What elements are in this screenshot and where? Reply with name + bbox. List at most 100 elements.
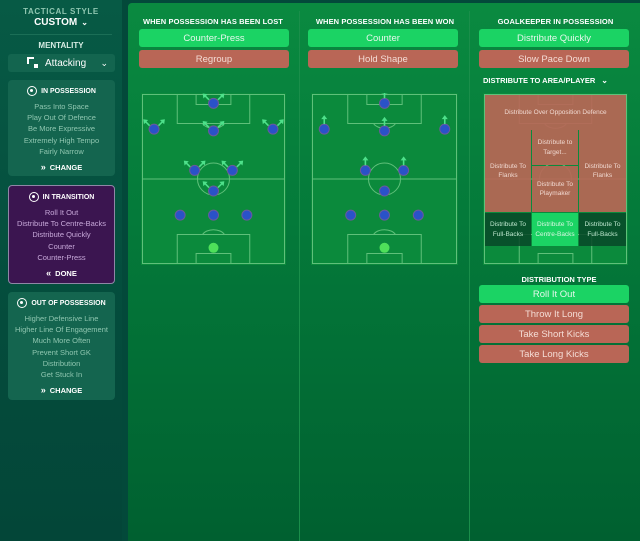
counter-press-option[interactable]: Counter-Press xyxy=(139,29,289,47)
distribute-quickly-option[interactable]: Distribute Quickly xyxy=(479,29,629,47)
zone-fullbacks-right[interactable]: Distribute To Full-Backs xyxy=(579,213,626,246)
player-marker xyxy=(345,209,357,221)
list-item: Distribute To Centre-Backs xyxy=(16,219,107,229)
goalkeeper-marker xyxy=(208,242,219,253)
out-of-possession-change-button[interactable]: » CHANGE xyxy=(8,385,115,395)
list-item: Higher Defensive Line xyxy=(24,314,99,323)
movement-arrow-icon xyxy=(381,93,388,99)
take-short-kicks-option[interactable]: Take Short Kicks xyxy=(479,325,629,343)
player-marker xyxy=(379,125,390,137)
in-transition-done-button[interactable]: «DONE xyxy=(9,268,114,278)
take-long-kicks-option[interactable]: Take Long Kicks xyxy=(479,345,629,363)
roll-it-out-option[interactable]: Roll It Out xyxy=(479,285,629,303)
mentality-value: Attacking xyxy=(45,57,87,69)
distribute-to-title: DISTRIBUTE TO AREA/PLAYER xyxy=(483,76,596,85)
tactical-style-value: CUSTOM xyxy=(34,17,78,28)
player-marker xyxy=(379,209,390,221)
mentality-arrow-icon xyxy=(27,57,39,69)
goal-area-bottom xyxy=(537,253,574,264)
list-item: Be More Expressive xyxy=(27,124,96,134)
counter-option[interactable]: Counter xyxy=(308,29,458,47)
chevron-down-icon: ⌄ xyxy=(81,18,88,27)
list-item: Fairly Narrow xyxy=(39,146,84,156)
out-of-possession-card: OUT OF POSSESSION Higher Defensive Line … xyxy=(8,292,115,400)
mentality-dropdown[interactable]: Attacking ⌄ xyxy=(8,54,115,72)
in-transition-title: IN TRANSITION xyxy=(42,193,95,201)
zone-playmaker[interactable]: Distribute To Playmaker xyxy=(532,166,578,212)
transition-icon xyxy=(28,192,39,202)
movement-arrow-icon xyxy=(321,115,328,125)
list-item: Pass Into Space xyxy=(34,102,89,111)
pitch-won xyxy=(311,93,458,265)
player-marker xyxy=(189,164,201,176)
distribute-to-dropdown[interactable]: DISTRIBUTE TO AREA/PLAYER ⌄ xyxy=(483,76,608,85)
throw-it-long-option[interactable]: Throw It Long xyxy=(479,305,629,323)
player-marker xyxy=(208,209,219,221)
out-of-possession-title: OUT OF POSSESSION xyxy=(31,299,106,307)
zone-flanks-left[interactable]: Distribute To Flanks xyxy=(485,130,531,212)
zone-centre-backs[interactable]: Distribute To Centre-Backs xyxy=(532,213,578,246)
player-marker xyxy=(379,185,390,197)
list-item: Prevent Short GK xyxy=(32,347,91,357)
zone-flanks-right[interactable]: Distribute To Flanks xyxy=(579,130,626,212)
player-marker xyxy=(267,123,279,135)
slow-pace-down-option[interactable]: Slow Pace Down xyxy=(479,50,629,68)
tactical-style-dropdown[interactable]: CUSTOM ⌄ xyxy=(0,17,122,28)
player-marker xyxy=(379,97,390,109)
defence-icon xyxy=(17,298,28,308)
movement-arrow-icon xyxy=(381,116,388,126)
player-marker xyxy=(412,209,424,221)
in-possession-change-button[interactable]: » CHANGE xyxy=(8,162,115,172)
zone-fullbacks-left[interactable]: Distribute To Full-Backs xyxy=(485,213,531,246)
movement-arrow-icon xyxy=(441,115,448,125)
list-item: Counter-Press xyxy=(37,252,86,262)
list-item: Roll It Out xyxy=(44,208,79,217)
penalty-arc-bottom xyxy=(202,229,225,235)
player-marker xyxy=(359,164,371,176)
column-divider xyxy=(469,11,470,541)
player-marker xyxy=(148,123,160,135)
goal-area-bottom xyxy=(366,253,403,264)
movement-arrow-icon xyxy=(400,156,407,166)
player-marker xyxy=(174,209,186,221)
goalkeeper-title: GOALKEEPER IN POSSESSION xyxy=(497,17,614,26)
pitch-distribution: Distribute Over Opposition Defence Distr… xyxy=(483,93,628,265)
player-marker xyxy=(208,97,219,109)
tactical-style-label: TACTICAL STYLE xyxy=(23,7,99,16)
goalkeeper-marker xyxy=(379,242,390,253)
pitch-lost xyxy=(141,93,286,265)
double-chevron-right-icon: » xyxy=(40,162,46,173)
possession-lost-title: WHEN POSSESSION HAS BEEN LOST xyxy=(142,17,283,26)
regroup-option[interactable]: Regroup xyxy=(139,50,289,68)
transition-panel: WHEN POSSESSION HAS BEEN LOST Counter-Pr… xyxy=(128,3,640,541)
ball-icon xyxy=(27,86,38,96)
zone-over-defence[interactable]: Distribute Over Opposition Defence xyxy=(485,95,626,130)
penalty-arc-bottom xyxy=(373,229,396,235)
in-possession-card: IN POSSESSION Pass Into Space Play Out O… xyxy=(8,80,115,176)
divider xyxy=(10,34,112,35)
sidebar: TACTICAL STYLE CUSTOM ⌄ MENTALITY Attacki… xyxy=(0,0,122,541)
zone-target[interactable]: Distribute to Target... xyxy=(532,130,578,165)
distribution-type-title: DISTRIBUTION TYPE xyxy=(521,275,597,284)
mentality-label: MENTALITY xyxy=(38,41,84,50)
player-marker xyxy=(439,123,451,135)
double-chevron-left-icon: « xyxy=(46,268,52,279)
hold-shape-option[interactable]: Hold Shape xyxy=(308,50,458,68)
list-item: Counter xyxy=(48,241,75,251)
list-item: Higher Line Of Engagement xyxy=(15,325,108,335)
in-transition-list: Roll It Out Distribute To Centre-Backs D… xyxy=(9,207,114,263)
possession-won-title: WHEN POSSESSION HAS BEEN WON xyxy=(315,17,455,26)
out-of-possession-list: Higher Defensive Line Higher Line Of Eng… xyxy=(8,313,115,380)
goal-area-bottom xyxy=(195,253,232,264)
list-item: Extremely High Tempo xyxy=(23,135,100,145)
list-item: Get Stuck In xyxy=(40,370,83,380)
movement-arrow-icon xyxy=(362,156,369,166)
double-chevron-right-icon: » xyxy=(40,385,46,396)
in-possession-title: IN POSSESSION xyxy=(41,87,96,95)
player-marker xyxy=(208,185,219,197)
list-item: Much More Often xyxy=(32,336,91,346)
column-divider xyxy=(299,11,300,541)
list-item: Play Out Of Defence xyxy=(27,113,96,123)
player-marker xyxy=(241,209,253,221)
in-transition-card: IN TRANSITION Roll It Out Distribute To … xyxy=(8,185,115,284)
